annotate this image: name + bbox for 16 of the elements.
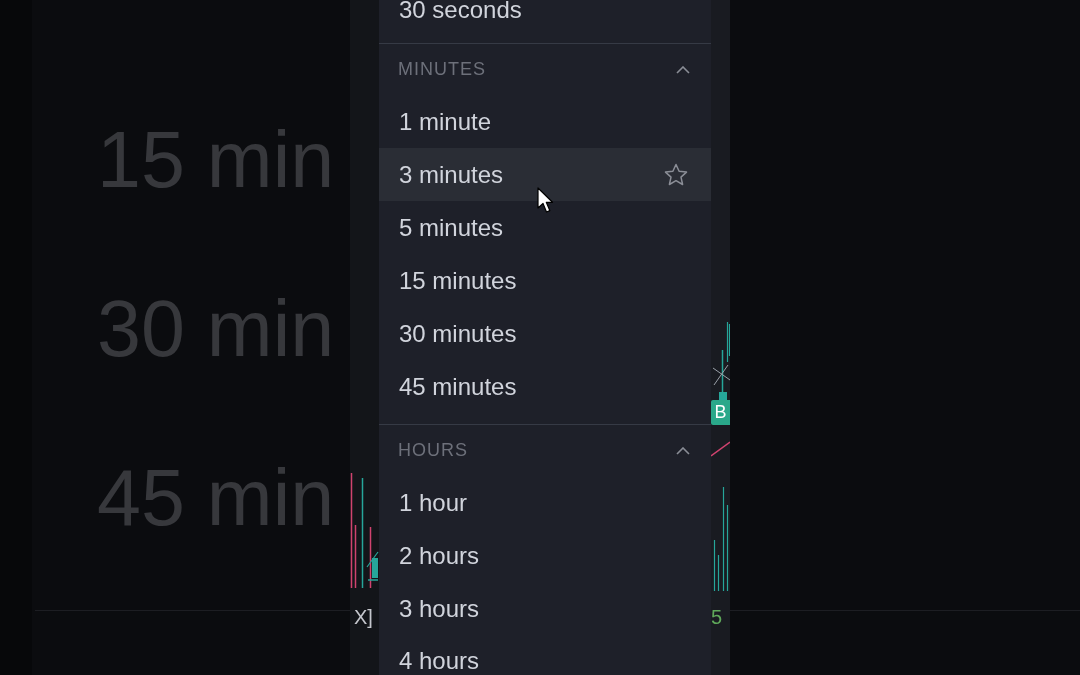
menu-item[interactable]: 2 hours bbox=[379, 529, 711, 582]
axis-label: 5 bbox=[711, 605, 723, 629]
menu-item[interactable]: 3 hours bbox=[379, 582, 711, 635]
menu-item[interactable]: 1 hour bbox=[379, 476, 711, 529]
menu-item[interactable]: 1 minute bbox=[379, 95, 711, 148]
menu-item[interactable]: 30 seconds bbox=[379, 0, 711, 43]
chart-badge: B bbox=[711, 400, 730, 425]
axis-label: X] bbox=[353, 605, 373, 629]
menu-item[interactable]: 3 minutes bbox=[379, 148, 711, 201]
menu-item[interactable]: 30 minutes bbox=[379, 307, 711, 360]
menu-item[interactable]: 15 minutes bbox=[379, 254, 711, 307]
cursor-icon bbox=[537, 187, 554, 214]
star-icon[interactable] bbox=[664, 162, 688, 187]
menu-item[interactable]: 5 minutes bbox=[379, 201, 711, 254]
menu-item[interactable]: 45 minutes bbox=[379, 360, 711, 413]
menu-item[interactable]: 4 hours bbox=[379, 635, 711, 675]
